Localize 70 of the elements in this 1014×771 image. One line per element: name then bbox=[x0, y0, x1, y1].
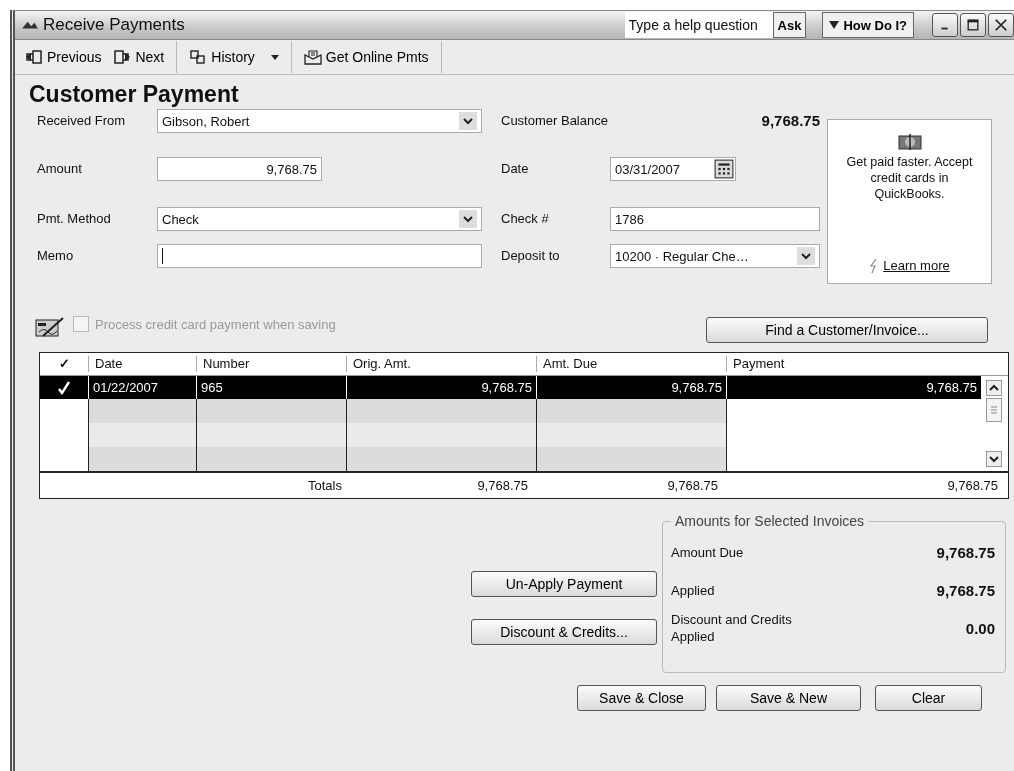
field-label: Received From bbox=[37, 112, 127, 130]
input-field[interactable] bbox=[157, 244, 482, 268]
calendar-icon[interactable] bbox=[714, 159, 734, 179]
field-label: Memo bbox=[37, 247, 75, 265]
action-button[interactable]: Save & Close bbox=[577, 685, 706, 711]
table-cell-text: 9,768.75 bbox=[666, 478, 719, 493]
field-label: Amount bbox=[37, 160, 83, 178]
column-header: ✓ bbox=[57, 356, 71, 372]
learn-more-link[interactable]: Learn more bbox=[883, 258, 950, 273]
toolbar-button[interactable]: Get Online Pmts bbox=[299, 47, 433, 67]
summary-label: Amount Due bbox=[671, 543, 745, 561]
summary-value: 9,768.75 bbox=[936, 543, 995, 561]
summary-label: Applied bbox=[671, 581, 716, 599]
summary-value: 9,768.75 bbox=[936, 581, 995, 599]
action-button[interactable]: Clear bbox=[875, 685, 982, 711]
toolbar-button[interactable]: History bbox=[185, 47, 283, 67]
field-label: Check # bbox=[500, 210, 550, 228]
column-header: Amt. Due bbox=[536, 356, 726, 372]
money-icon bbox=[897, 132, 922, 152]
checkmark-icon[interactable] bbox=[57, 380, 71, 395]
envelope-icon[interactable] bbox=[303, 49, 322, 65]
action-button[interactable]: Discount & Credits... bbox=[471, 619, 657, 645]
scroll-down-icon[interactable] bbox=[985, 451, 1002, 467]
scroll-up-icon[interactable] bbox=[985, 380, 1002, 396]
dropdown-field[interactable]: Gibson, Robert bbox=[157, 109, 482, 133]
triangle-icon[interactable] bbox=[829, 21, 840, 29]
summary-value: 0.00 bbox=[965, 619, 995, 637]
credit-card-icon bbox=[35, 317, 65, 339]
toolbar-button[interactable]: Next bbox=[109, 47, 169, 67]
action-button[interactable]: Save & New bbox=[716, 685, 861, 711]
field-label: Pmt. Method bbox=[37, 210, 112, 228]
column-header: Date bbox=[88, 356, 196, 372]
minimize-button[interactable] bbox=[932, 13, 958, 37]
table-cell-text: 9,768.75 bbox=[946, 478, 999, 493]
ask-button[interactable]: Ask bbox=[772, 12, 807, 38]
column-header: Orig. Amt. bbox=[346, 356, 536, 372]
window-title: Receive Payments bbox=[43, 15, 185, 35]
previous-icon[interactable] bbox=[25, 49, 43, 65]
summary-title: Amounts for Selected Invoices bbox=[674, 513, 866, 529]
dropdown-field[interactable]: Check bbox=[157, 207, 482, 231]
close-button[interactable] bbox=[988, 13, 1014, 37]
field-label: Deposit to bbox=[500, 247, 561, 265]
history-icon[interactable] bbox=[189, 49, 208, 65]
action-button[interactable]: Un-Apply Payment bbox=[471, 571, 657, 597]
caret-icon[interactable] bbox=[270, 54, 279, 60]
next-icon[interactable] bbox=[113, 49, 132, 65]
table-cell-text: 9,768.75 bbox=[476, 478, 529, 493]
maximize-icon[interactable] bbox=[966, 18, 980, 32]
invoice-row[interactable]: 01/22/2007 965 9,768.75 9,768.75 9,768.75 bbox=[40, 376, 981, 399]
promo-text: Get paid faster. Accept credit cards in QuickBooks. bbox=[845, 154, 974, 202]
maximize-button[interactable] bbox=[960, 13, 986, 37]
close-icon[interactable] bbox=[994, 18, 1008, 32]
date-field[interactable]: 03/31/2007 bbox=[610, 157, 736, 181]
column-header: Number bbox=[196, 356, 346, 372]
totals-label: Totals bbox=[307, 478, 343, 493]
find-customer-invoice-button[interactable]: Find a Customer/Invoice... bbox=[706, 317, 988, 343]
dropdown-field[interactable]: 10200 · Regular Che… bbox=[610, 244, 820, 268]
how-do-i-button[interactable]: How Do I? bbox=[822, 12, 914, 38]
help-search-field[interactable]: Type a help question bbox=[624, 12, 773, 38]
input-field[interactable]: 1786 bbox=[610, 207, 820, 231]
summary-label: Discount and Credits Applied bbox=[671, 611, 793, 645]
app-icon bbox=[21, 19, 39, 31]
field-label: Customer Balance bbox=[500, 112, 609, 130]
toolbar-button[interactable]: Previous bbox=[21, 47, 106, 67]
column-header: Payment bbox=[726, 356, 981, 372]
customer-balance-value: 9,768.75 bbox=[760, 111, 820, 131]
input-field[interactable]: 9,768.75 bbox=[157, 157, 322, 181]
field-label: Date bbox=[500, 160, 530, 178]
form-heading: Customer Payment bbox=[29, 80, 240, 109]
scrollbar-thumb[interactable] bbox=[985, 398, 1002, 422]
